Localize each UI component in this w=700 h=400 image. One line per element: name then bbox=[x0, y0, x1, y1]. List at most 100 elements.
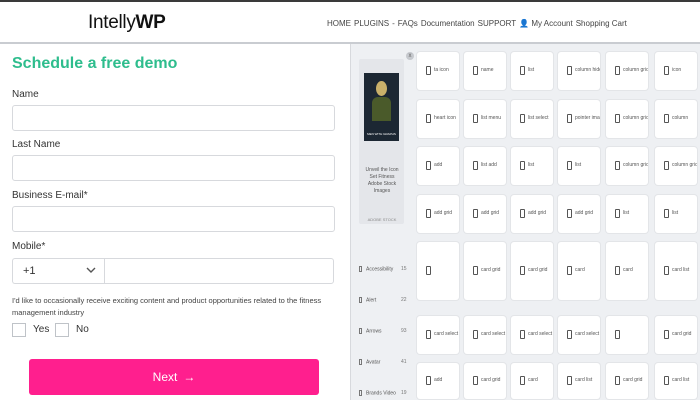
icon-tile[interactable]: list bbox=[511, 147, 553, 185]
ad-text: Unveil the Icon Set Fitness Adobe Stock … bbox=[365, 167, 399, 194]
tile-icon bbox=[567, 330, 572, 339]
icon-tile[interactable]: card bbox=[558, 242, 600, 300]
icon-tile[interactable]: list add bbox=[464, 147, 506, 185]
icon-tile[interactable]: card select bbox=[464, 316, 506, 354]
list-item[interactable]: Avatar bbox=[359, 359, 380, 365]
close-icon[interactable]: x bbox=[406, 52, 414, 60]
icon-tile[interactable]: heart icon bbox=[417, 100, 459, 138]
tile-icon bbox=[520, 376, 525, 385]
nav-faqs[interactable]: FAQs bbox=[398, 19, 418, 28]
list-item[interactable]: Accessibility bbox=[359, 266, 393, 272]
country-code-select[interactable]: +1 bbox=[12, 258, 104, 284]
tile-label: list bbox=[672, 210, 679, 216]
email-field[interactable] bbox=[12, 206, 335, 232]
email-label: Business E-mail* bbox=[12, 190, 88, 201]
icon-tile[interactable]: list select bbox=[511, 100, 553, 138]
category-icon bbox=[359, 359, 362, 365]
nav-shopping-cart[interactable]: Shopping Cart bbox=[576, 19, 627, 28]
icon-tile[interactable]: ta icon bbox=[417, 52, 459, 90]
icon-tile[interactable] bbox=[417, 242, 459, 300]
icon-tile[interactable]: card select bbox=[558, 316, 600, 354]
tile-label: list select bbox=[528, 115, 549, 121]
tile-label: card grid bbox=[528, 267, 548, 273]
icon-tile[interactable]: list bbox=[558, 147, 600, 185]
icon-tile[interactable]: column grid bbox=[606, 52, 648, 90]
tile-label: heart icon bbox=[434, 115, 456, 121]
logo-bold: WP bbox=[135, 12, 166, 33]
icon-tile[interactable]: add grid bbox=[464, 195, 506, 233]
tile-label: column grid bbox=[623, 162, 648, 168]
icon-tile[interactable]: card list bbox=[655, 242, 697, 300]
tile-icon bbox=[567, 114, 572, 123]
no-checkbox[interactable] bbox=[55, 323, 69, 337]
list-item[interactable]: Brands Video bbox=[359, 390, 396, 396]
icon-tile[interactable]: add bbox=[417, 147, 459, 185]
icon-tile[interactable]: card grid bbox=[606, 363, 648, 399]
mobile-label: Mobile* bbox=[12, 241, 46, 252]
icon-tile[interactable]: card select bbox=[417, 316, 459, 354]
icon-tile[interactable]: card bbox=[511, 363, 553, 399]
icon-tile[interactable]: card list bbox=[655, 363, 697, 399]
tile-label: card select bbox=[481, 331, 506, 337]
tile-icon bbox=[615, 209, 620, 218]
category-icon bbox=[359, 297, 362, 303]
tile-label: card bbox=[575, 267, 585, 273]
tile-icon bbox=[426, 209, 431, 218]
mobile-field[interactable] bbox=[104, 258, 334, 284]
icon-tile[interactable]: list bbox=[655, 195, 697, 233]
icon-tile[interactable]: card bbox=[606, 242, 648, 300]
tile-label: card grid bbox=[481, 267, 501, 273]
tile-label: add grid bbox=[528, 210, 547, 216]
site-logo[interactable]: IntellyWP bbox=[88, 12, 166, 34]
sidebar-ad[interactable]: MEN WITH GRAPHS Unveil the Icon Set Fitn… bbox=[359, 59, 404, 224]
icon-tile[interactable]: card grid bbox=[655, 316, 697, 354]
icon-tile[interactable]: card select bbox=[511, 316, 553, 354]
icon-tile[interactable]: card grid bbox=[511, 242, 553, 300]
icon-tile[interactable]: pointer image bbox=[558, 100, 600, 138]
list-item-count: 41 bbox=[401, 359, 407, 365]
tile-label: column bbox=[672, 115, 689, 121]
last-name-field[interactable] bbox=[12, 155, 335, 181]
icon-tile[interactable]: icon bbox=[655, 52, 697, 90]
nav-support[interactable]: SUPPORT bbox=[478, 19, 517, 28]
nav-documentation[interactable]: Documentation bbox=[421, 19, 475, 28]
tile-label: column grid bbox=[623, 67, 648, 73]
name-field[interactable] bbox=[12, 105, 335, 131]
icon-tile[interactable]: column grid bbox=[606, 147, 648, 185]
icon-tile[interactable]: column hide bbox=[558, 52, 600, 90]
icon-tile[interactable]: card list bbox=[558, 363, 600, 399]
icon-tile[interactable] bbox=[606, 316, 648, 354]
next-button[interactable]: Next → bbox=[29, 359, 319, 395]
icon-tile[interactable]: list bbox=[606, 195, 648, 233]
logo-regular: Intelly bbox=[88, 12, 136, 33]
icon-tile[interactable]: name bbox=[464, 52, 506, 90]
icon-tile[interactable]: add grid bbox=[511, 195, 553, 233]
icon-tile[interactable]: list bbox=[511, 52, 553, 90]
icon-tile[interactable]: card grid bbox=[464, 363, 506, 399]
arrow-right-icon: → bbox=[183, 370, 196, 384]
tile-label: add grid bbox=[575, 210, 594, 216]
list-item-label: Accessibility bbox=[366, 266, 394, 273]
icon-tile[interactable]: column grid bbox=[655, 147, 697, 185]
list-item-label: Alert bbox=[366, 297, 377, 304]
tile-label: column grid bbox=[623, 115, 648, 121]
icon-tile[interactable]: column grid bbox=[606, 100, 648, 138]
icon-tile[interactable]: add grid bbox=[417, 195, 459, 233]
list-item[interactable]: Arrows bbox=[359, 328, 382, 334]
icon-tile[interactable]: card grid bbox=[464, 242, 506, 300]
icon-tile[interactable]: add bbox=[417, 363, 459, 399]
list-item-count: 19 bbox=[401, 390, 407, 396]
nav-home[interactable]: HOME bbox=[327, 19, 351, 28]
list-item[interactable]: Alert bbox=[359, 297, 376, 303]
nav-my-account[interactable]: 👤 My Account bbox=[519, 19, 573, 28]
icon-tile[interactable]: list menu bbox=[464, 100, 506, 138]
tile-icon bbox=[567, 266, 572, 275]
icon-tile[interactable]: column bbox=[655, 100, 697, 138]
nav-plugins[interactable]: PLUGINS bbox=[354, 19, 389, 28]
tile-label: add grid bbox=[481, 210, 500, 216]
tile-icon bbox=[664, 161, 669, 170]
ad-figure-body bbox=[372, 97, 391, 121]
yes-checkbox[interactable] bbox=[12, 323, 26, 337]
tile-icon bbox=[664, 114, 669, 123]
icon-tile[interactable]: add grid bbox=[558, 195, 600, 233]
